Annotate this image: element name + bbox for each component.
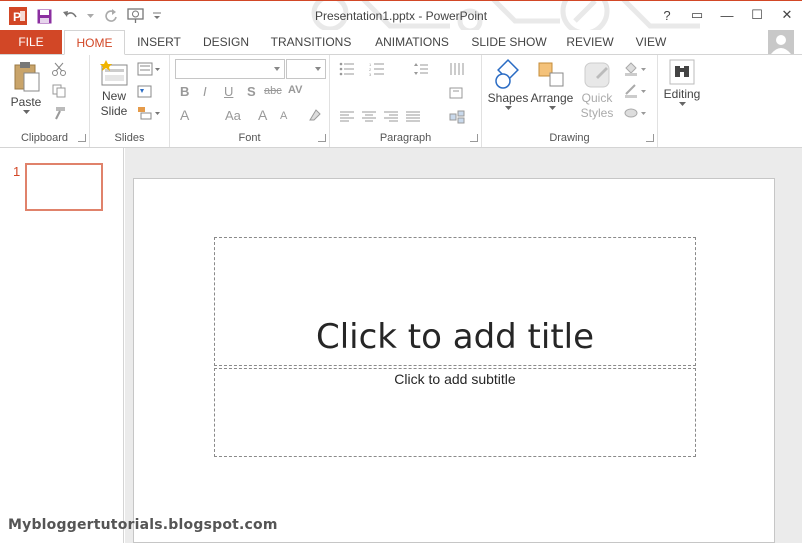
help-button[interactable]: ?	[652, 4, 682, 26]
drawing-group-label: Drawing	[549, 132, 590, 144]
change-case-button[interactable]: Aa	[225, 108, 241, 123]
justify-icon[interactable]	[404, 109, 422, 125]
cut-icon[interactable]	[50, 61, 68, 77]
shape-fill-icon[interactable]	[622, 61, 648, 77]
arrange-button[interactable]: Arrange	[530, 59, 574, 111]
svg-text:3: 3	[369, 72, 372, 76]
clipboard-group-label: Clipboard	[20, 132, 69, 144]
text-direction-icon[interactable]	[448, 85, 466, 101]
close-button[interactable]: ✕	[772, 4, 802, 26]
account-avatar[interactable]	[768, 30, 794, 54]
paragraph-dialog-launcher[interactable]	[470, 134, 478, 142]
font-size-dropdown[interactable]	[286, 59, 326, 79]
shapes-label: Shapes	[487, 91, 529, 105]
quick-styles-icon	[584, 62, 610, 88]
smartart-icon[interactable]	[448, 109, 466, 125]
new-slide-icon	[100, 60, 128, 86]
font-group-label: Font	[238, 132, 261, 144]
tab-slide-show[interactable]: SLIDE SHOW	[468, 30, 550, 54]
increase-font-size-button[interactable]: A	[258, 107, 267, 123]
bullets-icon[interactable]	[338, 61, 356, 77]
title-placeholder-text: Click to add title	[315, 317, 595, 357]
paste-button[interactable]: Paste	[6, 59, 46, 115]
paste-label: Paste	[10, 95, 42, 109]
clipboard-dialog-launcher[interactable]	[78, 134, 86, 142]
paragraph-group-label: Paragraph	[379, 132, 432, 144]
bold-button[interactable]: B	[180, 84, 189, 99]
paste-icon	[14, 62, 40, 92]
decrease-font-size-button[interactable]: A	[280, 110, 287, 122]
slide-thumbnail[interactable]	[25, 163, 103, 211]
font-group: B I U S abc AV Aa A A A Font	[170, 55, 330, 147]
columns-icon[interactable]	[448, 61, 466, 77]
numbering-icon[interactable]: 123	[368, 61, 386, 77]
slide-editing-area: Click to add title Click to add subtitle	[125, 148, 802, 543]
strikethrough-button[interactable]: abc	[264, 85, 282, 97]
quick-styles-label-line2: Styles	[580, 106, 614, 120]
ribbon-display-options-button[interactable]: ▭	[682, 4, 712, 26]
format-painter-icon[interactable]	[50, 105, 68, 121]
window-controls: ? ▭ — ☐ ✕	[652, 4, 802, 26]
tab-file[interactable]: FILE	[0, 30, 62, 54]
tab-view[interactable]: VIEW	[630, 30, 672, 54]
reset-icon[interactable]	[136, 83, 154, 99]
editing-group: Editing	[658, 55, 704, 147]
drawing-dialog-launcher[interactable]	[646, 134, 654, 142]
align-center-icon[interactable]	[360, 109, 378, 125]
line-spacing-icon[interactable]	[412, 61, 430, 77]
new-slide-label-line1: New	[101, 89, 126, 103]
shapes-icon	[495, 59, 519, 89]
paragraph-group: 123 Paragraph	[330, 55, 482, 147]
editing-label: Editing	[663, 87, 701, 101]
arrange-icon	[538, 62, 564, 87]
font-color-button[interactable]: A	[180, 107, 189, 123]
subtitle-placeholder[interactable]: Click to add subtitle	[214, 368, 696, 457]
align-left-icon[interactable]	[338, 109, 356, 125]
subtitle-placeholder-text: Click to add subtitle	[394, 371, 516, 387]
tab-design[interactable]: DESIGN	[198, 30, 254, 54]
underline-button[interactable]: U	[224, 84, 233, 99]
shadow-button[interactable]: S	[247, 84, 256, 99]
slides-group: New Slide Slides	[90, 55, 170, 147]
align-right-icon[interactable]	[382, 109, 400, 125]
arrange-label: Arrange	[530, 91, 574, 105]
shape-effects-icon[interactable]	[622, 105, 648, 121]
minimize-button[interactable]: —	[712, 4, 742, 26]
quick-styles-label-line1: Quick	[581, 91, 613, 105]
tab-transitions[interactable]: TRANSITIONS	[266, 30, 356, 54]
quick-styles-button[interactable]: Quick Styles	[576, 59, 618, 121]
shape-outline-icon[interactable]	[622, 83, 648, 99]
tab-review[interactable]: REVIEW	[562, 30, 618, 54]
watermark-text: Mybloggertutorials.blogspot.com	[8, 517, 278, 533]
layout-icon[interactable]	[136, 61, 162, 77]
clear-formatting-icon[interactable]	[306, 107, 324, 123]
section-icon[interactable]	[136, 105, 162, 121]
copy-icon[interactable]	[50, 83, 68, 99]
binoculars-icon	[669, 59, 695, 85]
shapes-button[interactable]: Shapes	[486, 59, 530, 111]
clipboard-group: Paste Clipboard	[0, 55, 90, 147]
slide-canvas[interactable]: Click to add title Click to add subtitle	[133, 178, 775, 543]
tab-animations[interactable]: ANIMATIONS	[368, 30, 456, 54]
editing-button[interactable]: Editing	[660, 59, 704, 107]
title-bar: P Presentation1.pptx - PowerPoint ? ▭ — …	[0, 0, 802, 30]
drawing-group: Shapes Arrange Quick Styles Drawing	[482, 55, 658, 147]
new-slide-label-line2: Slide	[100, 104, 128, 118]
tab-home[interactable]: HOME	[64, 30, 125, 55]
slide-thumbnail-number: 1	[13, 164, 21, 179]
new-slide-button[interactable]: New Slide	[94, 59, 134, 119]
font-name-dropdown[interactable]	[175, 59, 285, 79]
tab-insert[interactable]: INSERT	[132, 30, 186, 54]
title-placeholder[interactable]: Click to add title	[214, 237, 696, 366]
ribbon: Paste Clipboard New Slide Slides B I U S…	[0, 54, 802, 148]
ribbon-tabs: FILE HOME INSERT DESIGN TRANSITIONS ANIM…	[0, 30, 802, 55]
slide-thumbnail-pane: 1	[0, 148, 124, 543]
user-icon	[771, 35, 791, 54]
slides-group-label: Slides	[114, 132, 145, 144]
italic-button[interactable]: I	[203, 84, 207, 99]
maximize-button[interactable]: ☐	[742, 4, 772, 26]
font-dialog-launcher[interactable]	[318, 134, 326, 142]
character-spacing-button[interactable]: AV	[288, 84, 302, 96]
